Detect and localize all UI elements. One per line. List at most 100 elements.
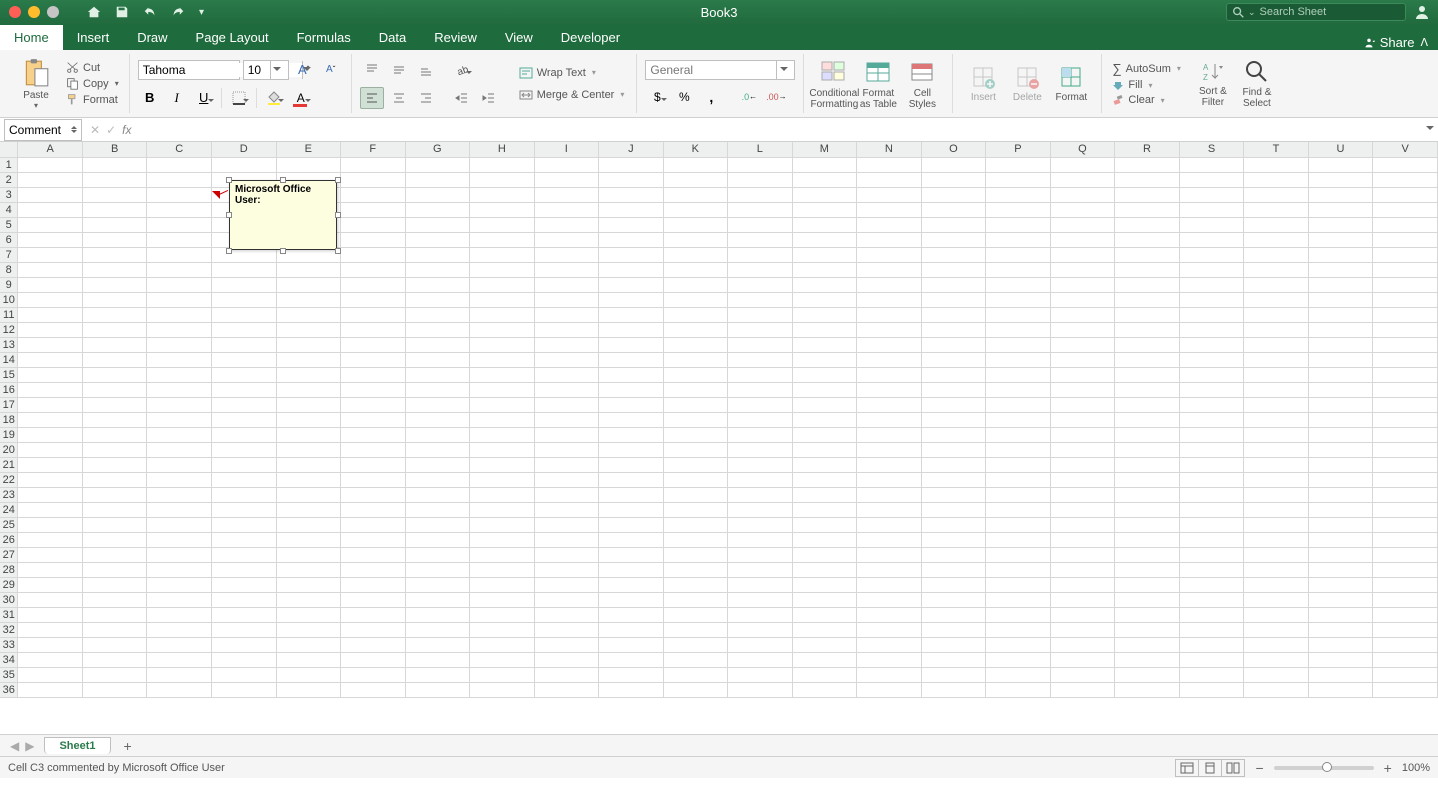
- cell[interactable]: [599, 517, 664, 532]
- cell[interactable]: [1244, 562, 1309, 577]
- cell[interactable]: [534, 532, 598, 547]
- cell[interactable]: [1115, 562, 1180, 577]
- cell[interactable]: [792, 232, 857, 247]
- cell[interactable]: [18, 397, 83, 412]
- cell[interactable]: [792, 397, 857, 412]
- cell[interactable]: [1179, 202, 1244, 217]
- cell[interactable]: [663, 607, 728, 622]
- cell[interactable]: [405, 637, 470, 652]
- cell[interactable]: [470, 427, 535, 442]
- cell[interactable]: [1115, 607, 1180, 622]
- cell[interactable]: [1115, 577, 1180, 592]
- cell[interactable]: [986, 202, 1051, 217]
- cell[interactable]: [1373, 562, 1438, 577]
- cell[interactable]: [728, 667, 793, 682]
- cell[interactable]: [1179, 232, 1244, 247]
- cell[interactable]: [18, 217, 83, 232]
- cell[interactable]: [82, 682, 147, 697]
- merge-center-button[interactable]: Merge & Center▾: [515, 87, 629, 103]
- cell[interactable]: [534, 607, 598, 622]
- cell[interactable]: [728, 217, 793, 232]
- cell[interactable]: [341, 322, 406, 337]
- cell[interactable]: [857, 592, 922, 607]
- cell[interactable]: [534, 592, 598, 607]
- cell[interactable]: [1050, 472, 1115, 487]
- cell[interactable]: [1244, 262, 1309, 277]
- cell[interactable]: [857, 457, 922, 472]
- cell[interactable]: [1115, 427, 1180, 442]
- cell[interactable]: [341, 247, 406, 262]
- cell[interactable]: [470, 622, 535, 637]
- cell[interactable]: [663, 547, 728, 562]
- cell[interactable]: [921, 517, 986, 532]
- cell[interactable]: [18, 307, 83, 322]
- cell[interactable]: [1244, 352, 1309, 367]
- cell[interactable]: [663, 442, 728, 457]
- cell[interactable]: [534, 292, 598, 307]
- row-header[interactable]: 22: [0, 472, 18, 487]
- cell[interactable]: [1244, 517, 1309, 532]
- cell[interactable]: [82, 187, 147, 202]
- cell[interactable]: [599, 367, 664, 382]
- cell[interactable]: [405, 442, 470, 457]
- cell[interactable]: [792, 262, 857, 277]
- row-header[interactable]: 31: [0, 607, 18, 622]
- cell[interactable]: [212, 397, 277, 412]
- align-right-icon[interactable]: [414, 87, 438, 109]
- cell[interactable]: [1308, 202, 1373, 217]
- cell[interactable]: [212, 532, 277, 547]
- cell[interactable]: [1050, 652, 1115, 667]
- cell[interactable]: [18, 577, 83, 592]
- cell[interactable]: [212, 352, 277, 367]
- cell[interactable]: [1179, 427, 1244, 442]
- cell[interactable]: [986, 397, 1051, 412]
- cell[interactable]: [1115, 457, 1180, 472]
- cell[interactable]: [857, 277, 922, 292]
- cell[interactable]: [1308, 622, 1373, 637]
- cell[interactable]: [857, 352, 922, 367]
- cell[interactable]: [1050, 667, 1115, 682]
- cell[interactable]: [1244, 217, 1309, 232]
- cell[interactable]: [405, 667, 470, 682]
- cell[interactable]: [1050, 637, 1115, 652]
- cell[interactable]: [792, 532, 857, 547]
- cell[interactable]: [1244, 247, 1309, 262]
- cell[interactable]: [1179, 667, 1244, 682]
- cell[interactable]: [341, 172, 406, 187]
- cell[interactable]: [663, 367, 728, 382]
- cell[interactable]: [986, 292, 1051, 307]
- cell[interactable]: [857, 217, 922, 232]
- cell[interactable]: [1373, 607, 1438, 622]
- cell[interactable]: [341, 652, 406, 667]
- cell[interactable]: [921, 367, 986, 382]
- cell[interactable]: [728, 262, 793, 277]
- cell[interactable]: [921, 292, 986, 307]
- cell[interactable]: [1179, 397, 1244, 412]
- fill-button[interactable]: Fill▾: [1110, 78, 1183, 92]
- cell[interactable]: [1050, 187, 1115, 202]
- column-header[interactable]: U: [1308, 142, 1373, 157]
- cell[interactable]: [82, 352, 147, 367]
- column-header[interactable]: V: [1373, 142, 1438, 157]
- cell[interactable]: [470, 262, 535, 277]
- cell[interactable]: [1050, 457, 1115, 472]
- orientation-button[interactable]: ab: [450, 59, 474, 81]
- cell[interactable]: [82, 307, 147, 322]
- cell[interactable]: [1050, 592, 1115, 607]
- cell[interactable]: [1115, 367, 1180, 382]
- format-as-table-button[interactable]: Format as Table: [856, 55, 900, 113]
- cell[interactable]: [276, 652, 341, 667]
- column-header[interactable]: S: [1179, 142, 1244, 157]
- cell[interactable]: [857, 547, 922, 562]
- row-header[interactable]: 21: [0, 457, 18, 472]
- row-header[interactable]: 26: [0, 532, 18, 547]
- cell[interactable]: [405, 307, 470, 322]
- column-header[interactable]: P: [986, 142, 1051, 157]
- cell[interactable]: [470, 247, 535, 262]
- add-sheet-button[interactable]: +: [117, 737, 139, 755]
- cell[interactable]: [82, 442, 147, 457]
- cell[interactable]: [857, 562, 922, 577]
- cell[interactable]: [921, 322, 986, 337]
- cell[interactable]: [663, 397, 728, 412]
- cell[interactable]: [82, 472, 147, 487]
